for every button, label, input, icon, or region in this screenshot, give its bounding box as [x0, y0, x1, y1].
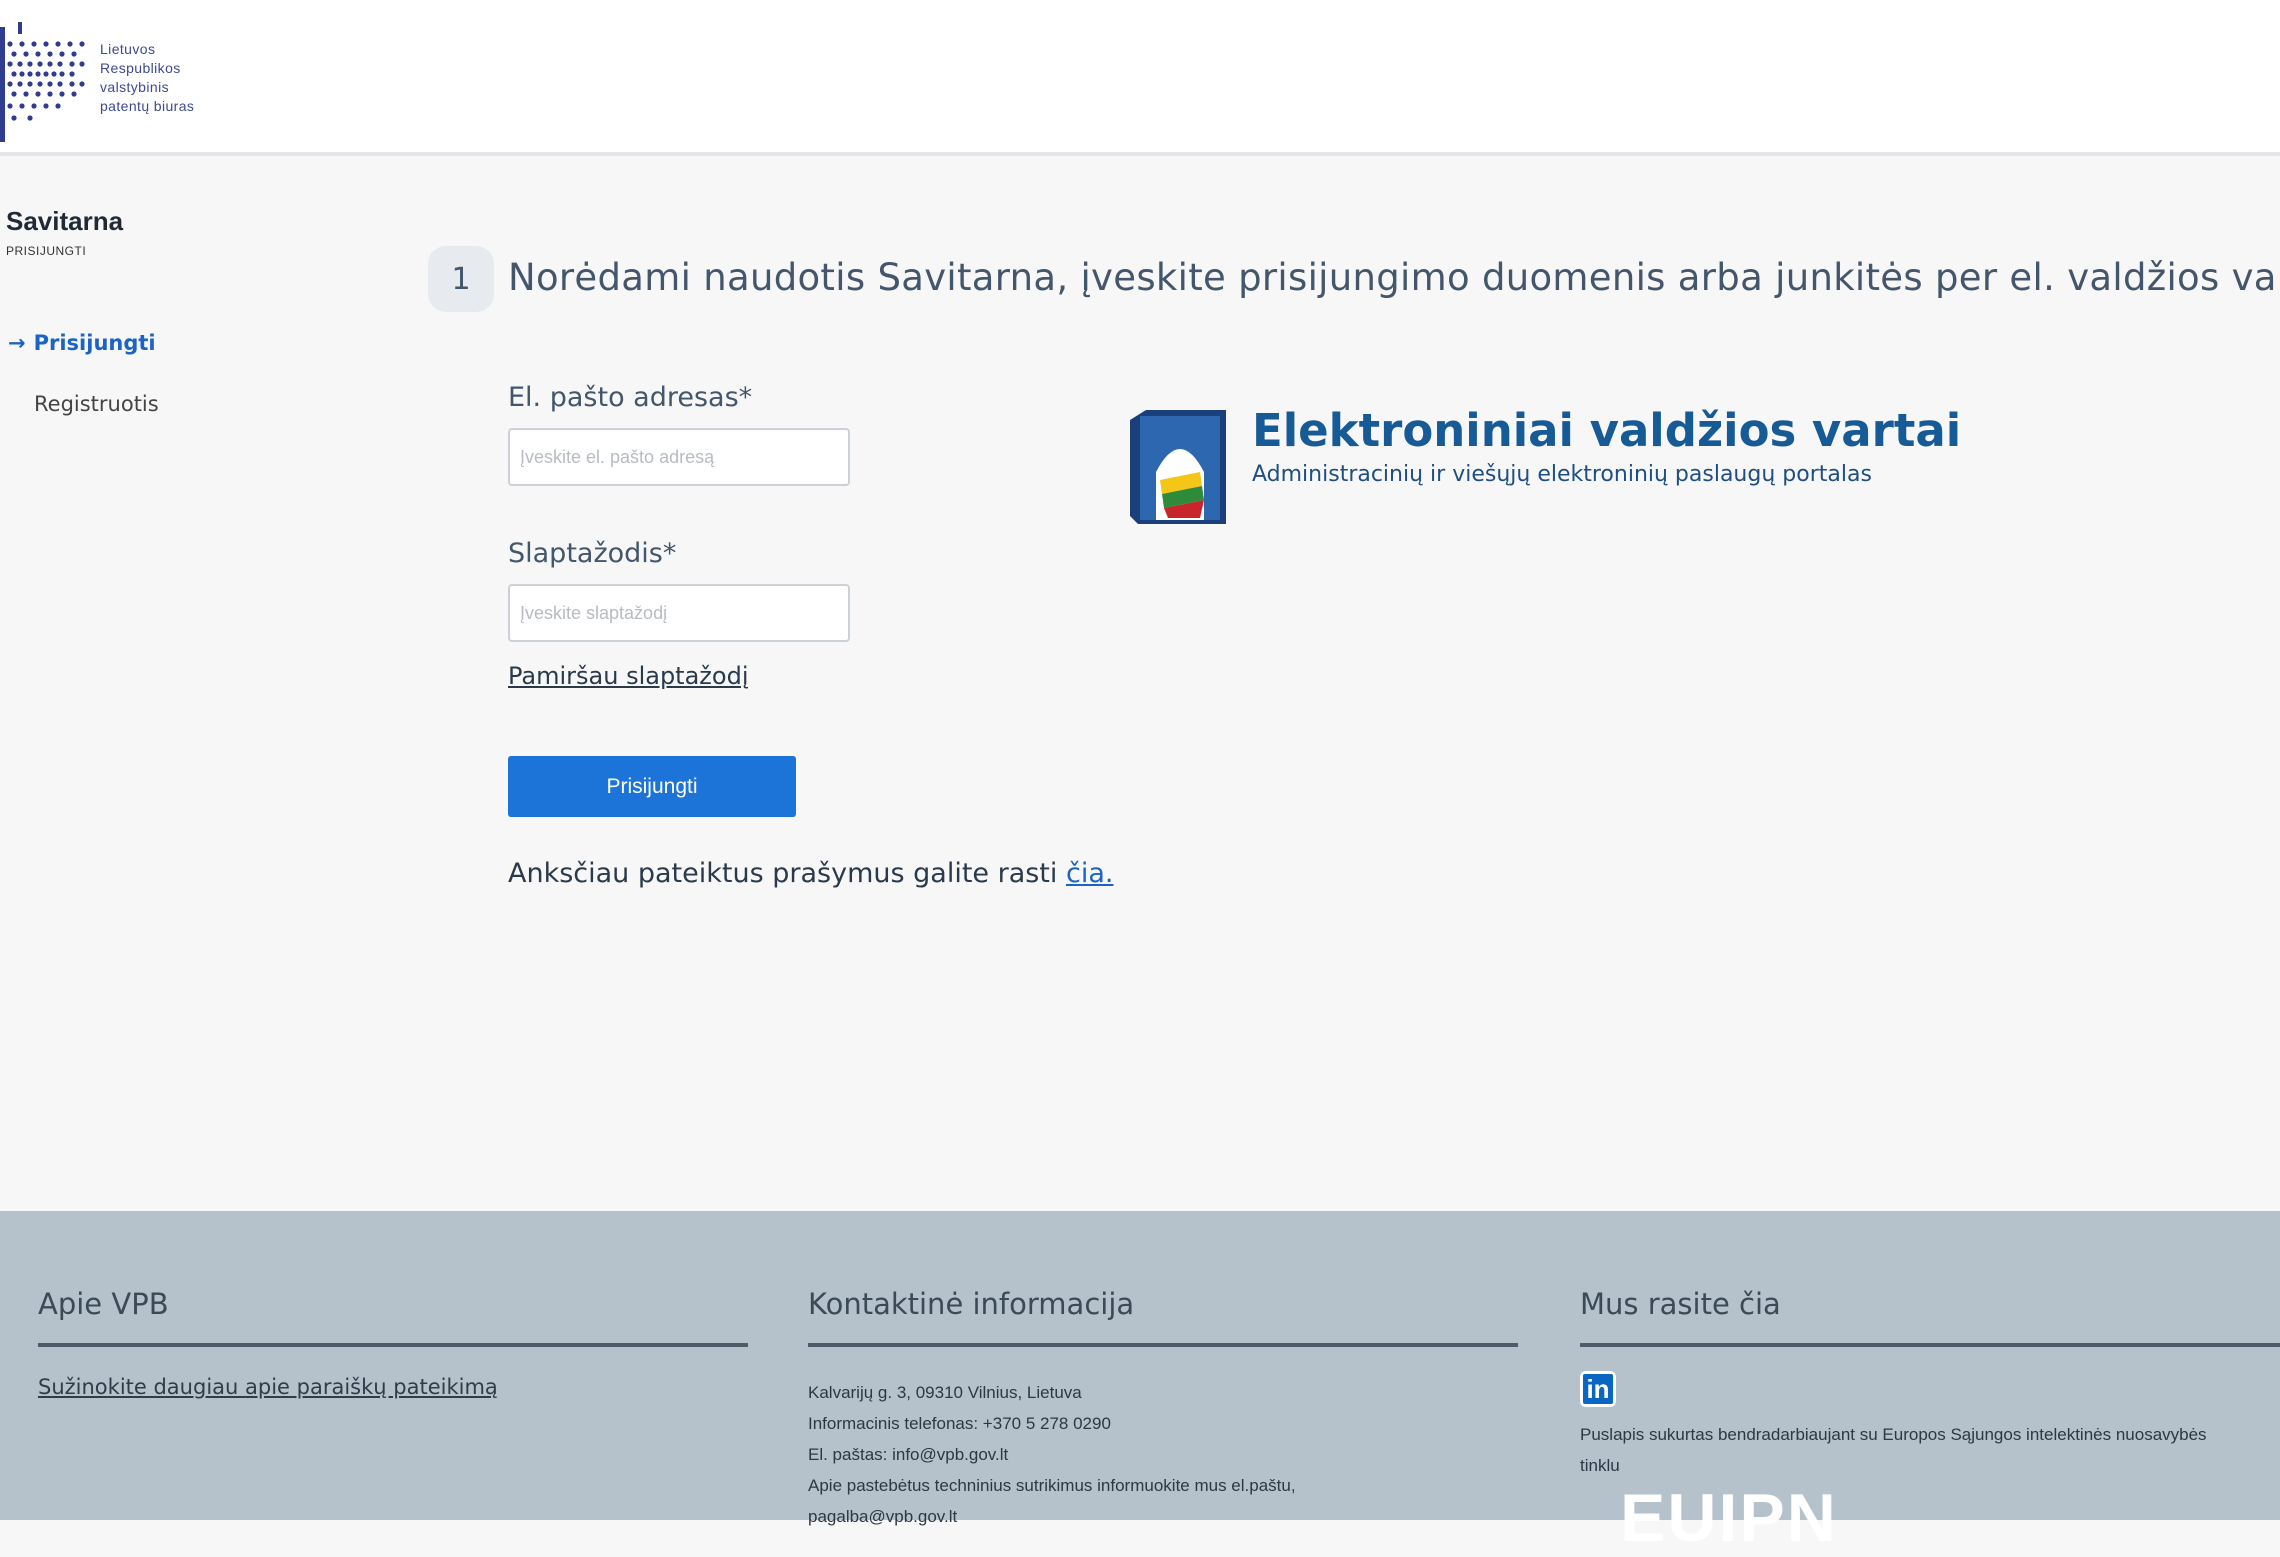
arrow-right-icon: → [8, 331, 26, 355]
login-button[interactable]: Prisijungti [508, 756, 796, 817]
footer-about-title: Apie VPB [38, 1287, 169, 1321]
contact-email[interactable]: El. paštas: info@vpb.gov.lt [808, 1439, 1296, 1470]
contact-phone: Informacinis telefonas: +370 5 278 0290 [808, 1414, 1111, 1433]
euipn-logo[interactable]: EUIPN [1620, 1479, 1838, 1557]
linkedin-icon[interactable]: in [1580, 1371, 1616, 1407]
password-label: Slaptažodis* [508, 538, 677, 569]
forgot-password-link[interactable]: Pamiršau slaptažodį [508, 662, 748, 690]
logo-line: Respublikos [100, 60, 181, 76]
contact-support-email[interactable]: pagalba@vpb.gov.lt [808, 1501, 1296, 1532]
sidebar-title: Savitarna [6, 206, 124, 236]
footer-divider [38, 1343, 748, 1347]
logo-line: valstybinis [100, 79, 169, 95]
contact-address: Kalvarijų g. 3, 09310 Vilnius, Lietuva [808, 1383, 1082, 1402]
sidebar-subtitle: PRISIJUNGTI [6, 244, 87, 258]
footer-contact-title: Kontaktinė informacija [808, 1287, 1135, 1321]
footer-about-link[interactable]: Sužinokite daugiau apie paraiškų pateiki… [38, 1375, 498, 1399]
sidebar-item-label: Registruotis [34, 392, 159, 416]
footer-divider [808, 1343, 1518, 1347]
footer-euipn-note: Puslapis sukurtas bendradarbiaujant su E… [1580, 1425, 2207, 1475]
logo-line: patentų biuras [100, 98, 195, 114]
earlier-requests-text: Anksčiau pateiktus prašymus galite rasti… [508, 858, 1113, 889]
footer-social-title: Mus rasite čia [1580, 1287, 1781, 1321]
footer-divider [1580, 1343, 2280, 1347]
footer-contact-details: Kalvarijų g. 3, 09310 Vilnius, Lietuva I… [808, 1377, 1296, 1532]
evv-subtitle: Administracinių ir viešųjų elektroninių … [1252, 462, 1872, 487]
email-input[interactable] [508, 428, 850, 486]
vpb-logo-text: Lietuvos Respublikos valstybinis patentų… [100, 40, 194, 116]
earlier-requests-label: Anksčiau pateiktus prašymus galite rasti [508, 858, 1066, 889]
sidebar-item-prisijungti[interactable]: → Prisijungti [8, 331, 156, 355]
earlier-requests-link[interactable]: čia. [1066, 858, 1113, 889]
logo-line: Lietuvos [100, 41, 156, 57]
step-title: Norėdami naudotis Savitarna, įveskite pr… [508, 256, 2280, 299]
email-label: El. pašto adresas* [508, 382, 753, 413]
sidebar-item-registruotis[interactable]: Registruotis [34, 392, 159, 416]
contact-support-text: Apie pastebėtus techninius sutrikimus in… [808, 1476, 1296, 1495]
step-number-badge: 1 [428, 246, 494, 312]
password-input[interactable] [508, 584, 850, 642]
evv-title[interactable]: Elektroniniai valdžios vartai [1252, 404, 1961, 457]
evv-logo-icon[interactable] [1120, 406, 1232, 528]
sidebar-item-label: Prisijungti [33, 331, 156, 355]
site-footer: Apie VPB Sužinokite daugiau apie paraišk… [0, 1211, 2280, 1556]
site-header: Lietuvos Respublikos valstybinis patentų… [0, 0, 2280, 156]
